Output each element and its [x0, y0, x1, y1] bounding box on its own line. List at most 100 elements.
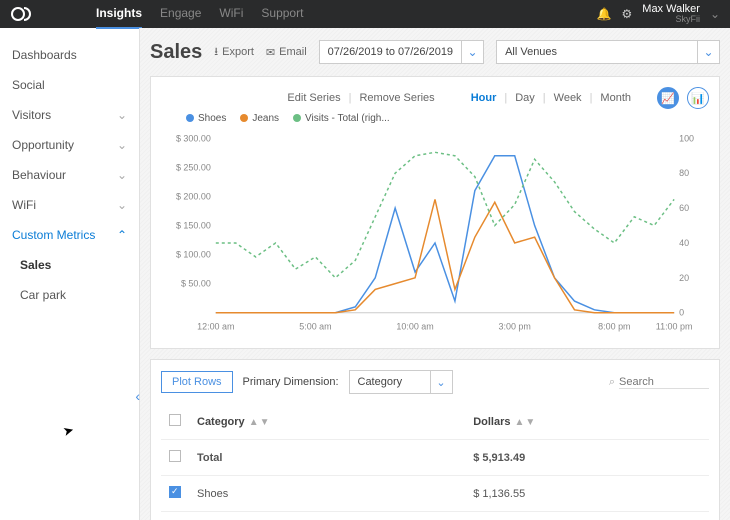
granularity-day[interactable]: Day [515, 92, 535, 104]
sidebar-item-label: Opportunity [12, 138, 74, 152]
export-button[interactable]: ⭳ Export [214, 43, 254, 62]
sidebar-item-custom-metrics[interactable]: Custom Metrics ⌃ [0, 220, 139, 250]
search-input[interactable] [619, 376, 709, 389]
plot-rows-button[interactable]: Plot Rows [161, 371, 233, 393]
table-panel: Plot Rows Primary Dimension: Category ⌄ … [150, 359, 720, 520]
legend-label: Jeans [252, 113, 279, 124]
topbar: Insights Engage WiFi Support 🔔 ⚙ Max Wal… [0, 0, 730, 28]
legend-dot-icon [293, 114, 301, 122]
chevron-down-icon[interactable]: ⌄ [710, 7, 720, 21]
cell-category: Total [189, 440, 465, 476]
user-org: SkyFii [642, 15, 700, 25]
chevron-down-icon: ⌄ [117, 138, 127, 152]
line-view-button[interactable]: 📈 [657, 87, 679, 109]
topnav-item-engage[interactable]: Engage [160, 0, 201, 29]
topnav-item-support[interactable]: Support [261, 0, 303, 29]
export-label: Export [222, 46, 254, 58]
legend-item: Jeans [240, 113, 279, 124]
sidebar-collapse-icon[interactable]: ‹ [135, 388, 140, 404]
sidebar-item-label: Dashboards [12, 48, 77, 62]
sidebar-child-carpark[interactable]: Car park [0, 280, 139, 310]
table-row: Shoes $ 1,136.55 [161, 476, 709, 512]
separator: | [590, 92, 593, 104]
remove-series-link[interactable]: Remove Series [359, 92, 434, 104]
edit-series-link[interactable]: Edit Series [287, 92, 340, 104]
legend-item: Shoes [186, 113, 226, 124]
chevron-down-icon: ⌄ [117, 198, 127, 212]
chevron-down-icon[interactable]: ⌄ [697, 41, 719, 63]
select-all-checkbox[interactable] [169, 414, 181, 426]
table-row: Total $ 5,913.49 [161, 440, 709, 476]
primary-dimension-dropdown[interactable]: Category ⌄ [349, 370, 453, 394]
legend-item: Visits - Total (righ... [293, 113, 390, 124]
separator: | [504, 92, 507, 104]
legend-label: Shoes [198, 113, 226, 124]
svg-text:$ 100.00: $ 100.00 [176, 250, 211, 260]
granularity-hour[interactable]: Hour [471, 92, 497, 104]
legend-dot-icon [186, 114, 194, 122]
sidebar-item-label: Custom Metrics [12, 228, 95, 242]
column-header-dollars[interactable]: Dollars▲▼ [465, 404, 709, 440]
gear-icon[interactable]: ⚙ [622, 7, 633, 21]
svg-text:$ 200.00: $ 200.00 [176, 191, 211, 201]
svg-text:100: 100 [679, 133, 694, 143]
svg-text:$ 250.00: $ 250.00 [176, 162, 211, 172]
email-button[interactable]: ✉ Email [266, 46, 307, 59]
sidebar-item-dashboards[interactable]: Dashboards [0, 40, 139, 70]
primary-dimension-value: Category [350, 376, 430, 388]
bar-view-button[interactable]: 📊 [687, 87, 709, 109]
topbar-right: 🔔 ⚙ Max Walker SkyFii ⌄ [597, 3, 720, 25]
chevron-down-icon[interactable]: ⌄ [430, 371, 452, 393]
chevron-down-icon[interactable]: ⌄ [461, 41, 483, 63]
sort-icon: ▲▼ [249, 417, 270, 428]
chevron-down-icon: ⌄ [117, 168, 127, 182]
legend-label: Visits - Total (righ... [305, 113, 390, 124]
topnav-item-insights[interactable]: Insights [96, 0, 142, 29]
svg-text:5:00 am: 5:00 am [299, 322, 331, 332]
cell-category: Shoes [189, 476, 465, 512]
sidebar-item-opportunity[interactable]: Opportunity ⌄ [0, 130, 139, 160]
bell-icon[interactable]: 🔔 [597, 7, 612, 21]
row-checkbox[interactable] [169, 450, 181, 462]
chart-legend: Shoes Jeans Visits - Total (righ... [161, 113, 709, 124]
chart-panel: Edit Series | Remove Series Hour | Day |… [150, 76, 720, 349]
sidebar-item-visitors[interactable]: Visitors ⌄ [0, 100, 139, 130]
sidebar-item-wifi[interactable]: WiFi⌄ [0, 190, 139, 220]
svg-text:11:00 pm: 11:00 pm [656, 322, 693, 332]
sidebar-child-sales[interactable]: Sales [0, 250, 139, 280]
date-range-dropdown[interactable]: 07/26/2019 to 07/26/2019 ⌄ [319, 40, 484, 64]
sidebar: Dashboards Social Visitors ⌄ Opportunity ⌄… [0, 28, 140, 520]
mail-icon: ✉ [266, 46, 275, 59]
topnav-item-wifi[interactable]: WiFi [219, 0, 243, 29]
sidebar-item-label: Behaviour [12, 168, 66, 182]
column-header-category[interactable]: Category▲▼ [189, 404, 465, 440]
search-box[interactable]: ⌕ [609, 376, 709, 389]
email-label: Email [279, 46, 307, 58]
sidebar-item-social[interactable]: Social [0, 70, 139, 100]
venue-dropdown[interactable]: All Venues ⌄ [496, 40, 720, 64]
column-label: Dollars [473, 416, 510, 428]
chevron-up-icon: ⌃ [117, 228, 127, 242]
table-controls: Plot Rows Primary Dimension: Category ⌄ … [161, 370, 709, 394]
venue-value: All Venues [497, 46, 697, 58]
sidebar-item-label: Social [12, 78, 45, 92]
svg-text:60: 60 [679, 203, 689, 213]
chevron-down-icon: ⌄ [117, 108, 127, 122]
sidebar-item-behaviour[interactable]: Behaviour ⌄ [0, 160, 139, 190]
svg-text:40: 40 [679, 238, 689, 248]
granularity-month[interactable]: Month [600, 92, 631, 104]
legend-dot-icon [240, 114, 248, 122]
sidebar-item-label: Visitors [12, 108, 51, 122]
svg-text:$ 300.00: $ 300.00 [176, 133, 211, 143]
chart-tools: Edit Series | Remove Series Hour | Day |… [161, 87, 709, 109]
date-range-value: 07/26/2019 to 07/26/2019 [320, 46, 461, 58]
row-checkbox[interactable] [169, 486, 181, 498]
page-header: Sales ⭳ Export ✉ Email 07/26/2019 to 07/26… [150, 28, 720, 76]
page-title: Sales [150, 41, 202, 64]
chart: $ 50.00$ 100.00$ 150.00$ 200.00$ 250.00$… [161, 128, 709, 338]
user-block[interactable]: Max Walker SkyFii [642, 3, 700, 25]
logo [10, 5, 36, 23]
topnav: Insights Engage WiFi Support [96, 0, 303, 29]
download-icon: ⭳ [214, 43, 218, 62]
granularity-week[interactable]: Week [554, 92, 582, 104]
